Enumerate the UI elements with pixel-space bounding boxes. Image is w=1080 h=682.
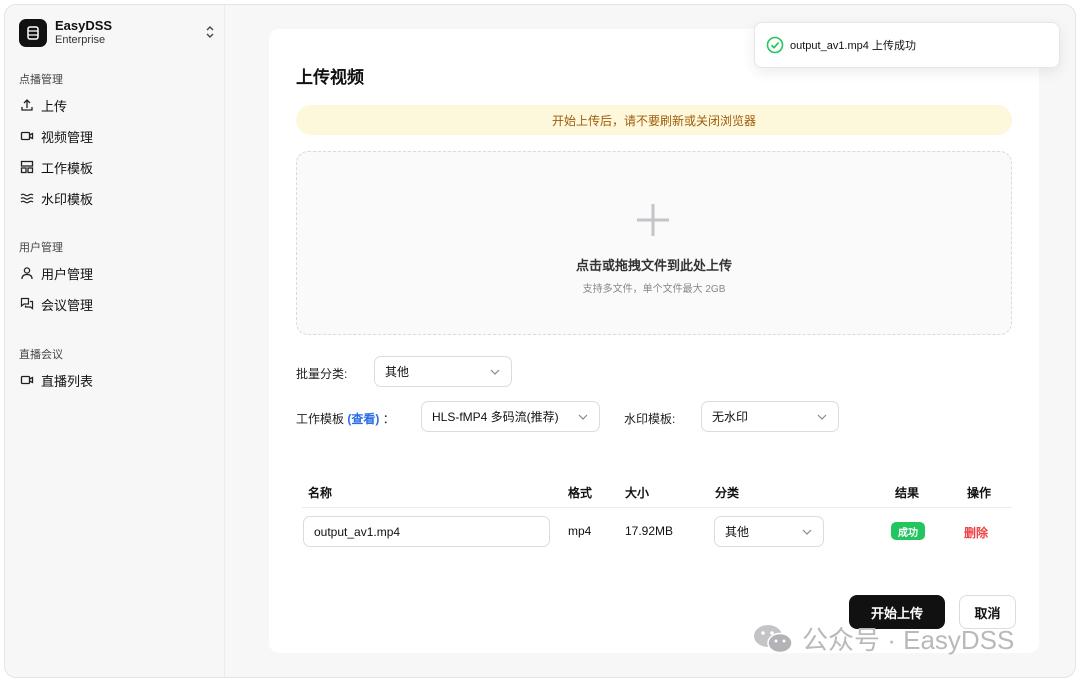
sidebar-item-watermark-template[interactable]: 水印模板 xyxy=(19,186,217,210)
column-header-category: 分类 xyxy=(715,486,740,500)
sidebar-item-user-management[interactable]: 用户管理 xyxy=(19,261,217,285)
delete-button[interactable]: 删除 xyxy=(964,524,988,541)
video-icon xyxy=(19,372,35,388)
batch-category-select[interactable]: 其他 xyxy=(374,356,512,387)
sidebar-item-label: 上传 xyxy=(41,98,68,114)
column-header-action: 操作 xyxy=(967,486,992,500)
chevron-down-icon xyxy=(816,411,828,423)
select-value: 其他 xyxy=(725,525,750,539)
nav-group-title-users: 用户管理 xyxy=(19,242,63,254)
work-template-select[interactable]: HLS-fMP4 多码流(推荐) xyxy=(421,401,600,432)
chevron-down-icon xyxy=(489,366,501,378)
sidebar: EasyDSS Enterprise 点播管理 上传 视频管理 工作模板 水印模… xyxy=(5,5,225,677)
database-icon xyxy=(27,26,39,40)
plus-icon xyxy=(637,204,669,236)
file-dropzone[interactable]: 点击或拖拽文件到此处上传 支持多文件，单个文件最大 2GB xyxy=(296,151,1012,335)
file-format: mp4 xyxy=(568,524,592,538)
batch-category-label: 批量分类: xyxy=(296,367,348,381)
column-header-size: 大小 xyxy=(625,486,650,500)
file-size: 17.92MB xyxy=(625,524,674,538)
brand-logo xyxy=(19,19,47,47)
upload-icon xyxy=(19,97,35,113)
brand-switcher[interactable]: EasyDSS Enterprise xyxy=(19,15,217,51)
status-badge: 成功 xyxy=(891,522,925,540)
wechat-icon xyxy=(754,624,793,653)
table-divider xyxy=(302,507,1012,508)
warning-notice: 开始上传后，请不要刷新或关闭浏览器 xyxy=(296,105,1012,135)
nav-group-title-vod: 点播管理 xyxy=(19,74,63,86)
column-header-name: 名称 xyxy=(308,486,333,500)
sidebar-item-label: 工作模板 xyxy=(41,160,94,176)
sidebar-item-label: 直播列表 xyxy=(41,373,94,389)
sidebar-item-label: 用户管理 xyxy=(41,266,94,282)
sidebar-item-video-management[interactable]: 视频管理 xyxy=(19,124,217,148)
dropzone-title: 点击或拖拽文件到此处上传 xyxy=(575,258,732,273)
meeting-icon xyxy=(19,296,35,312)
sidebar-item-live-list[interactable]: 直播列表 xyxy=(19,368,217,392)
video-icon xyxy=(19,128,35,144)
chevron-down-icon xyxy=(577,411,589,423)
sidebar-item-work-template[interactable]: 工作模板 xyxy=(19,155,217,179)
select-value: 其他 xyxy=(385,365,410,379)
upload-card: 上传视频 开始上传后，请不要刷新或关闭浏览器 点击或拖拽文件到此处上传 支持多文… xyxy=(269,29,1039,653)
select-value: HLS-fMP4 多码流(推荐) xyxy=(432,410,559,424)
success-toast: output_av1.mp4 上传成功 xyxy=(754,22,1060,68)
watermark-template-select[interactable]: 无水印 xyxy=(701,401,839,432)
user-icon xyxy=(19,265,35,281)
row-category-select[interactable]: 其他 xyxy=(714,516,824,547)
work-template-label: 工作模板 (查看) ： xyxy=(296,412,395,426)
sidebar-item-meeting-management[interactable]: 会议管理 xyxy=(19,292,217,316)
sidebar-item-label: 会议管理 xyxy=(41,297,94,313)
brand-name: EasyDSS xyxy=(55,18,113,33)
app-window: EasyDSS Enterprise 点播管理 上传 视频管理 工作模板 水印模… xyxy=(4,4,1076,678)
sidebar-item-label: 视频管理 xyxy=(41,129,94,145)
watermark-template-label: 水印模板: xyxy=(624,412,676,426)
brand-edition: Enterprise xyxy=(55,34,106,46)
sidebar-item-upload[interactable]: 上传 xyxy=(19,93,217,117)
file-name-input[interactable] xyxy=(303,516,550,547)
watermark-icon xyxy=(19,190,35,206)
nav-group-title-live: 直播会议 xyxy=(19,349,63,361)
template-icon xyxy=(19,159,35,175)
dropzone-subtitle: 支持多文件，单个文件最大 2GB xyxy=(582,284,726,295)
wechat-watermark: 公众号 · EasyDSS xyxy=(752,620,1014,657)
page-title: 上传视频 xyxy=(296,68,364,87)
column-header-format: 格式 xyxy=(568,486,593,500)
toast-message: output_av1.mp4 上传成功 xyxy=(790,40,916,52)
sidebar-item-label: 水印模板 xyxy=(41,191,94,207)
select-value: 无水印 xyxy=(712,410,749,424)
check-circle-icon xyxy=(766,36,784,54)
column-header-result: 结果 xyxy=(895,486,920,500)
watermark-text: 公众号 · EasyDSS xyxy=(802,625,1015,655)
chevron-down-icon xyxy=(801,526,813,538)
chevron-up-down-icon xyxy=(203,25,217,42)
view-template-link[interactable]: (查看) xyxy=(347,412,379,426)
